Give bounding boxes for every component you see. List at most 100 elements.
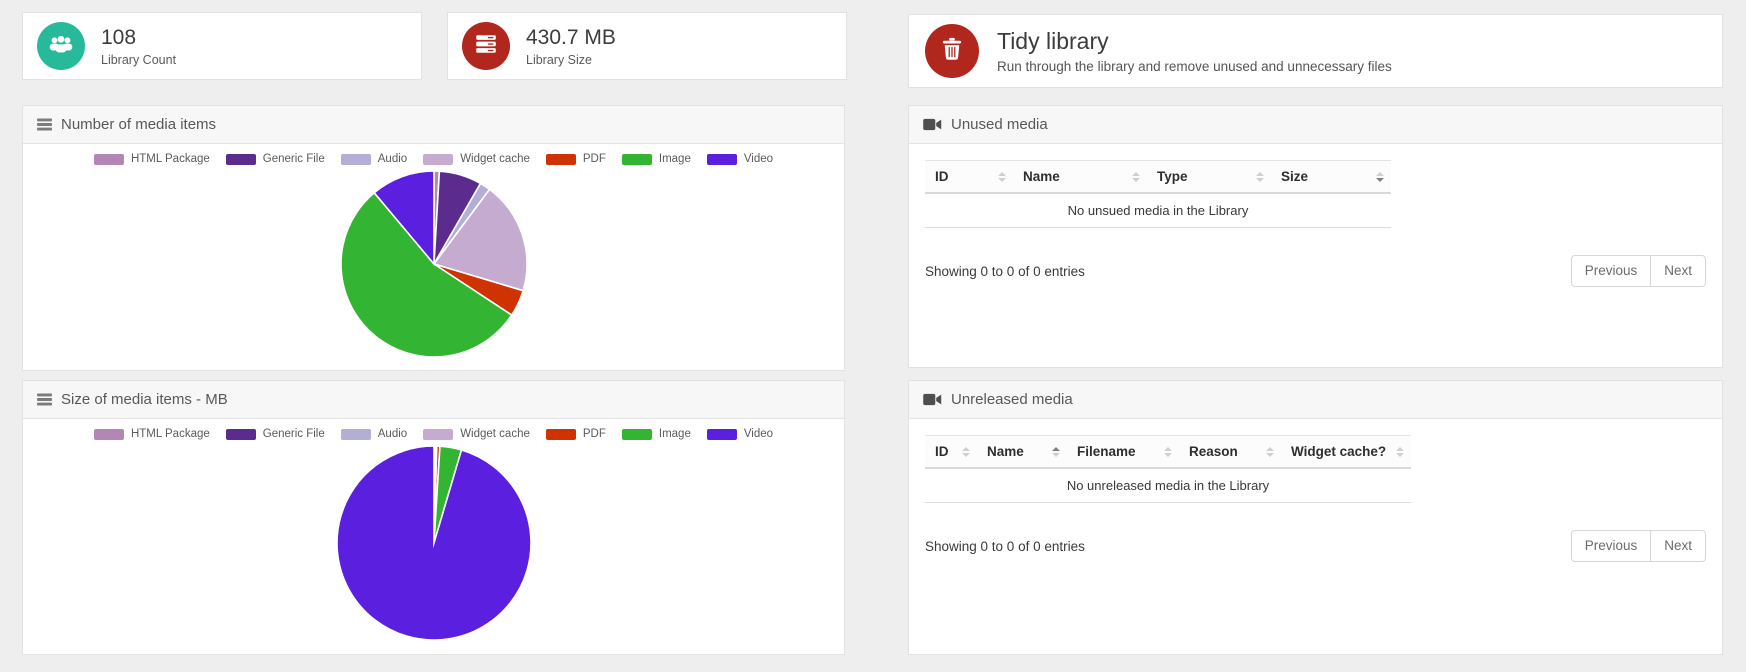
sort-desc-icon bbox=[1052, 453, 1060, 457]
sort-desc-icon bbox=[1132, 178, 1140, 182]
unreleased-media-panel: Unreleased media ID Name Filename Reason Wid… bbox=[908, 380, 1723, 655]
panel-title: Unused media bbox=[951, 116, 1048, 133]
library-count-text: 108 Library Count bbox=[101, 25, 176, 67]
column-header-reason[interactable]: Reason bbox=[1179, 436, 1281, 469]
empty-message-cell: No unsued media in the Library bbox=[925, 193, 1391, 228]
panel-title: Size of media items - MB bbox=[61, 391, 228, 408]
tidy-subtitle: Run through the library and remove unuse… bbox=[997, 59, 1392, 74]
legend-item-html-package[interactable]: HTML Package bbox=[94, 428, 210, 440]
empty-message-cell: No unreleased media in the Library bbox=[925, 468, 1411, 503]
legend-label: HTML Package bbox=[131, 153, 210, 165]
column-label: Type bbox=[1157, 169, 1188, 184]
tidy-library-card[interactable]: Tidy library Run through the library and… bbox=[908, 14, 1723, 88]
legend-item-image[interactable]: Image bbox=[622, 428, 691, 440]
legend-swatch bbox=[546, 154, 576, 165]
trash-icon bbox=[942, 37, 962, 65]
legend-swatch bbox=[546, 429, 576, 440]
sort-carets bbox=[1132, 172, 1140, 182]
next-button[interactable]: Next bbox=[1651, 255, 1706, 287]
legend-item-pdf[interactable]: PDF bbox=[546, 428, 606, 440]
unused-media-table: IDName Type Size No unsued media in the Li… bbox=[925, 160, 1391, 228]
legend-item-widget-cache[interactable]: Widget cache bbox=[423, 428, 530, 440]
pagination: Previous Next bbox=[1571, 255, 1706, 287]
legend-label: Image bbox=[659, 428, 691, 440]
previous-button[interactable]: Previous bbox=[1571, 530, 1652, 562]
library-size-label: Library Size bbox=[526, 53, 616, 67]
legend-label: HTML Package bbox=[131, 428, 210, 440]
legend-item-image[interactable]: Image bbox=[622, 153, 691, 165]
legend-swatch bbox=[423, 429, 453, 440]
legend-swatch bbox=[707, 429, 737, 440]
pagination: Previous Next bbox=[1571, 530, 1706, 562]
legend-label: Video bbox=[744, 153, 773, 165]
video-camera-icon bbox=[923, 393, 942, 406]
media-count-chart-body: HTML Package Generic File Audio Widget cach… bbox=[23, 144, 844, 359]
legend-label: PDF bbox=[583, 153, 606, 165]
media-count-pie-chart[interactable] bbox=[339, 169, 529, 359]
legend-swatch bbox=[94, 429, 124, 440]
column-label: Widget cache? bbox=[1291, 444, 1386, 459]
legend-item-audio[interactable]: Audio bbox=[341, 428, 407, 440]
legend-swatch bbox=[423, 154, 453, 165]
library-count-value: 108 bbox=[101, 25, 176, 50]
media-count-panel-header: Number of media items bbox=[23, 106, 844, 144]
sort-asc-icon bbox=[962, 447, 970, 451]
legend-label: Audio bbox=[378, 428, 407, 440]
column-header-name[interactable]: Name bbox=[1013, 161, 1147, 194]
legend-item-html-package[interactable]: HTML Package bbox=[94, 153, 210, 165]
sort-asc-icon bbox=[1376, 172, 1384, 176]
library-count-label: Library Count bbox=[101, 53, 176, 67]
legend-item-generic-file[interactable]: Generic File bbox=[226, 153, 325, 165]
legend-item-video[interactable]: Video bbox=[707, 153, 773, 165]
library-size-value: 430.7 MB bbox=[526, 25, 616, 50]
legend-label: Generic File bbox=[263, 428, 325, 440]
unreleased-media-panel-header: Unreleased media bbox=[909, 381, 1722, 419]
unreleased-media-table: ID Name Filename Reason Widget cache? No unr… bbox=[925, 435, 1411, 503]
table-empty-row: No unsued media in the Library bbox=[925, 193, 1391, 228]
legend-label: Generic File bbox=[263, 153, 325, 165]
legend-item-generic-file[interactable]: Generic File bbox=[226, 428, 325, 440]
sort-asc-icon bbox=[1256, 172, 1264, 176]
column-label: Filename bbox=[1077, 444, 1136, 459]
chart-legend: HTML Package Generic File Audio Widget cach… bbox=[23, 153, 844, 165]
library-count-icon-circle bbox=[37, 22, 85, 70]
column-header-filename[interactable]: Filename bbox=[1067, 436, 1179, 469]
sort-carets bbox=[1396, 447, 1404, 457]
tidy-icon-circle bbox=[925, 24, 979, 78]
legend-item-video[interactable]: Video bbox=[707, 428, 773, 440]
column-label: Reason bbox=[1189, 444, 1238, 459]
sort-desc-icon bbox=[1396, 453, 1404, 457]
sort-carets bbox=[1164, 447, 1172, 457]
column-header-type[interactable]: Type bbox=[1147, 161, 1271, 194]
sort-desc-icon bbox=[1376, 178, 1384, 182]
sort-asc-icon bbox=[1052, 447, 1060, 451]
sort-carets bbox=[962, 447, 970, 457]
sort-asc-icon bbox=[1266, 447, 1274, 451]
legend-item-widget-cache[interactable]: Widget cache bbox=[423, 153, 530, 165]
column-header-size[interactable]: Size bbox=[1271, 161, 1391, 194]
legend-item-audio[interactable]: Audio bbox=[341, 153, 407, 165]
legend-swatch bbox=[226, 429, 256, 440]
library-size-icon-circle bbox=[462, 22, 510, 70]
legend-label: Image bbox=[659, 153, 691, 165]
column-label: Name bbox=[987, 444, 1024, 459]
column-header-name[interactable]: Name bbox=[977, 436, 1067, 469]
sort-asc-icon bbox=[998, 172, 1006, 176]
column-header-id[interactable]: ID bbox=[925, 436, 977, 469]
column-header-widget-cache-[interactable]: Widget cache? bbox=[1281, 436, 1411, 469]
legend-label: PDF bbox=[583, 428, 606, 440]
sort-asc-icon bbox=[1132, 172, 1140, 176]
previous-button[interactable]: Previous bbox=[1571, 255, 1652, 287]
legend-item-pdf[interactable]: PDF bbox=[546, 153, 606, 165]
media-size-pie-chart[interactable] bbox=[335, 444, 533, 642]
legend-label: Widget cache bbox=[460, 428, 530, 440]
legend-swatch bbox=[622, 154, 652, 165]
column-label: ID bbox=[935, 444, 949, 459]
next-button[interactable]: Next bbox=[1651, 530, 1706, 562]
legend-swatch bbox=[622, 429, 652, 440]
showing-entries-text: Showing 0 to 0 of 0 entries bbox=[925, 539, 1085, 554]
sort-desc-icon bbox=[1256, 178, 1264, 182]
unused-media-footer: Showing 0 to 0 of 0 entries Previous Nex… bbox=[925, 255, 1706, 287]
column-header-id[interactable]: ID bbox=[925, 161, 1013, 194]
legend-label: Video bbox=[744, 428, 773, 440]
